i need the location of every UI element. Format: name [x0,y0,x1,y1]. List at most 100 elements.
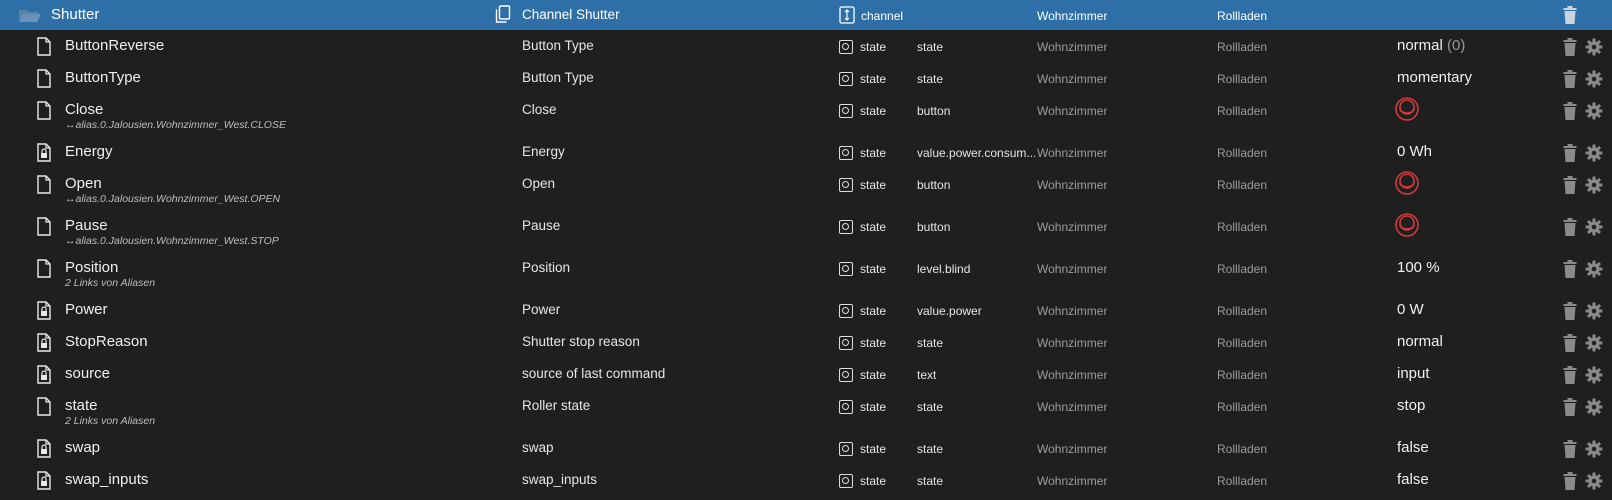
object-room: Wohnzimmer [1037,40,1108,54]
object-name: source [65,365,111,382]
table-row[interactable]: ButtonReverse Button Type state state Wohnzi… [0,31,1612,63]
channel-name: Shutter [51,6,100,23]
object-room: Wohnzimmer [1037,104,1108,118]
object-role: state [917,72,944,86]
trash-icon[interactable] [1563,472,1577,495]
object-function: Rollladen [1217,40,1268,54]
object-role: text [917,368,937,382]
trash-icon[interactable] [1563,218,1577,241]
channel-row-shutter[interactable]: Shutter Channel Shutter channel Wohnzimm… [0,0,1612,30]
table-row[interactable]: Energy Energy state value.power.consum... Wo… [0,137,1612,169]
object-room: Wohnzimmer [1037,400,1108,414]
table-row[interactable]: Position 2 Links von Aliasen Position state… [0,253,1612,295]
object-function: Rollladen [1217,400,1268,414]
object-description: Button Type [522,38,594,53]
file-icon [37,397,51,421]
gear-icon[interactable] [1585,70,1603,93]
object-value[interactable]: 100 % [1397,259,1440,276]
copy-icon[interactable] [495,5,511,29]
object-type: state [860,178,887,192]
table-row[interactable]: state 2 Links von Aliasen Roller state stat… [0,391,1612,433]
object-value[interactable]: 0 Wh [1397,143,1432,160]
object-value[interactable]: false [1397,439,1429,456]
push-button-icon[interactable] [1394,212,1420,243]
object-role: button [917,178,951,192]
channel-icon [839,6,855,29]
push-button-icon[interactable] [1394,170,1420,201]
object-name: swap_inputs [65,471,149,488]
object-type: state [860,368,887,382]
state-type-icon [839,442,853,456]
trash-icon[interactable] [1563,6,1577,29]
trash-icon[interactable] [1563,38,1577,61]
file-icon [37,101,51,125]
file-icon [37,217,51,241]
channel-function: Rollladen [1217,9,1268,23]
object-value[interactable]: false [1397,471,1429,488]
gear-icon[interactable] [1585,440,1603,463]
object-role: button [917,104,951,118]
trash-icon[interactable] [1563,398,1577,421]
object-value[interactable]: 0 W [1397,301,1424,318]
state-type-icon [839,72,853,86]
object-role: button [917,220,951,234]
gear-icon[interactable] [1585,38,1603,61]
object-alias: ↔alias.0.Jalousien.Wohnzimmer_West.CLOSE [65,119,286,131]
gear-icon[interactable] [1585,398,1603,421]
gear-icon[interactable] [1585,302,1603,325]
object-description: source of last command [522,366,666,381]
object-type: state [860,262,887,276]
gear-icon[interactable] [1585,144,1603,167]
object-room: Wohnzimmer [1037,178,1108,192]
file-lock-icon [37,365,51,389]
object-value[interactable]: stop [1397,397,1425,414]
table-row[interactable]: Close ↔alias.0.Jalousien.Wohnzimmer_West.… [0,95,1612,137]
file-lock-icon [37,471,51,495]
object-value[interactable]: input [1397,365,1430,382]
table-row[interactable]: source source of last command state text Woh… [0,359,1612,391]
trash-icon[interactable] [1563,176,1577,199]
file-icon [37,259,51,283]
object-value-raw: (0) [1447,37,1466,54]
table-row[interactable]: StopReason Shutter stop reason state state W… [0,327,1612,359]
folder-open-icon[interactable] [18,7,42,28]
object-name: Energy [65,143,113,160]
trash-icon[interactable] [1563,70,1577,93]
object-type: state [860,146,887,160]
object-description: Open [522,176,556,191]
table-row[interactable]: Pause ↔alias.0.Jalousien.Wohnzimmer_West.… [0,211,1612,253]
trash-icon[interactable] [1563,102,1577,125]
table-row[interactable]: swap swap state state Wohnzimmer Rollladen fal… [0,433,1612,465]
trash-icon[interactable] [1563,366,1577,389]
gear-icon[interactable] [1585,218,1603,241]
trash-icon[interactable] [1563,302,1577,325]
file-icon [37,69,51,93]
trash-icon[interactable] [1563,334,1577,357]
object-name: Open [65,175,102,192]
push-button-icon[interactable] [1394,96,1420,127]
table-row[interactable]: swap_inputs swap_inputs state state Wohnzimm… [0,465,1612,497]
gear-icon[interactable] [1585,260,1603,283]
table-row[interactable]: ButtonType Button Type state state Wohnzimme… [0,63,1612,95]
gear-icon[interactable] [1585,366,1603,389]
object-value[interactable]: momentary [1397,69,1472,86]
trash-icon[interactable] [1563,260,1577,283]
gear-icon[interactable] [1585,334,1603,357]
state-type-icon [839,104,853,118]
gear-icon[interactable] [1585,102,1603,125]
object-value[interactable]: normal [1397,333,1443,350]
table-row[interactable]: Open ↔alias.0.Jalousien.Wohnzimmer_West.O… [0,169,1612,211]
object-room: Wohnzimmer [1037,474,1108,488]
trash-icon[interactable] [1563,144,1577,167]
object-role: state [917,474,944,488]
table-row[interactable]: Power Power state value.power Wohnzimmer Roll… [0,295,1612,327]
object-function: Rollladen [1217,146,1268,160]
file-icon [37,37,51,61]
gear-icon[interactable] [1585,472,1603,495]
trash-icon[interactable] [1563,440,1577,463]
object-value[interactable]: normal [1397,37,1443,54]
object-function: Rollladen [1217,474,1268,488]
state-type-icon [839,474,853,488]
state-type-icon [839,400,853,414]
gear-icon[interactable] [1585,176,1603,199]
